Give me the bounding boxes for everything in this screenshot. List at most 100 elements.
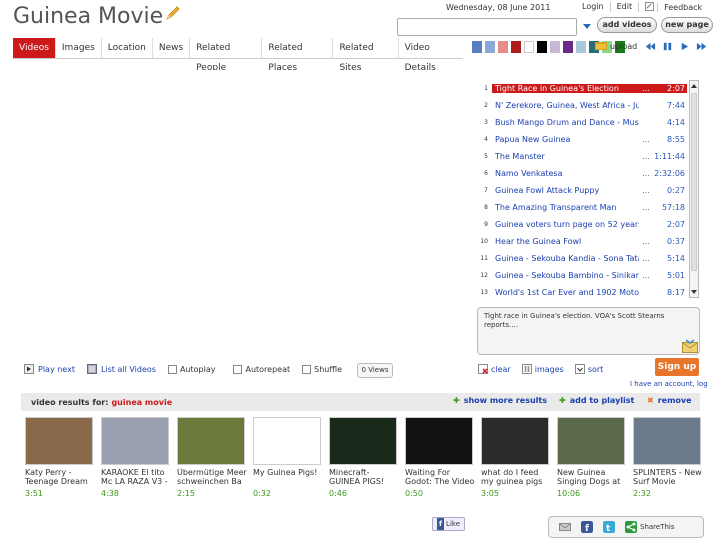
- video-result-item[interactable]: what do I feed my guinea pigs 3:05: [481, 417, 551, 498]
- play-icon[interactable]: [679, 41, 690, 52]
- color-swatch[interactable]: [485, 41, 495, 53]
- playlist-item[interactable]: 12 Guinea - Sekouba Bambino - Sinikan... 5…: [477, 267, 687, 284]
- list-all-videos-button[interactable]: List all Videos: [86, 364, 156, 374]
- tab-related-sites[interactable]: Related Sites: [332, 38, 397, 73]
- upload-button[interactable]: upload: [595, 41, 637, 51]
- autoplay-checkbox[interactable]: [167, 364, 177, 374]
- video-thumbnail[interactable]: [101, 417, 169, 465]
- video-thumbnail[interactable]: [25, 417, 93, 465]
- playlist-item[interactable]: 2 N' Zerekore, Guinea, West Africa - June…: [477, 97, 687, 114]
- playlist-item-more[interactable]: ...: [639, 203, 653, 212]
- playlist-item-more[interactable]: ...: [639, 254, 653, 263]
- site-logo[interactable]: Guinea Movie: [13, 4, 181, 29]
- chevron-down-icon[interactable]: [582, 21, 592, 31]
- autorepeat-checkbox[interactable]: [233, 364, 243, 374]
- playlist-item-more[interactable]: ...: [639, 186, 653, 195]
- play-next-button[interactable]: Play next: [24, 364, 75, 374]
- playlist-item[interactable]: 10 Hear the Guinea Fowl... 0:37: [477, 233, 687, 250]
- sharethis-button[interactable]: ShareThis: [625, 521, 675, 533]
- tab-video-details[interactable]: Video Details: [397, 38, 463, 73]
- video-result-title[interactable]: My Guinea Pigs!: [253, 468, 323, 486]
- playlist-item-more[interactable]: ...: [639, 237, 653, 246]
- video-result-item[interactable]: Minecraft- GUINEA PIGS! 0:46: [329, 417, 399, 498]
- color-swatch[interactable]: [537, 41, 547, 53]
- clear-button[interactable]: clear: [478, 364, 511, 374]
- video-thumbnail[interactable]: [177, 417, 245, 465]
- video-result-title[interactable]: Waiting For Godot: The Video: [405, 468, 475, 486]
- autoplay-toggle[interactable]: Autoplay: [167, 364, 215, 374]
- video-result-item[interactable]: My Guinea Pigs! 0:32: [253, 417, 323, 498]
- video-thumbnail[interactable]: [253, 417, 321, 465]
- video-result-item[interactable]: Waiting For Godot: The Video 0:50: [405, 417, 475, 498]
- feedback-link[interactable]: Feedback: [638, 2, 714, 12]
- playlist-item-more[interactable]: ...: [639, 84, 653, 93]
- login-link[interactable]: Login: [576, 2, 610, 12]
- have-account-link[interactable]: I have an account, log: [630, 380, 708, 388]
- color-swatch[interactable]: [563, 41, 573, 53]
- playlist-item[interactable]: 4 Papua New Guinea... 8:55: [477, 131, 687, 148]
- edit-link[interactable]: Edit: [609, 2, 639, 12]
- video-result-item[interactable]: Übermütige Meer schweinchen Ba 2:15: [177, 417, 247, 498]
- video-player[interactable]: [14, 70, 464, 360]
- color-swatch[interactable]: [576, 41, 586, 53]
- sort-button[interactable]: sort: [574, 364, 603, 374]
- video-thumbnail[interactable]: [557, 417, 625, 465]
- color-swatch[interactable]: [550, 41, 560, 53]
- video-result-title[interactable]: what do I feed my guinea pigs: [481, 468, 551, 486]
- facebook-share-icon[interactable]: f: [581, 521, 593, 533]
- search-input[interactable]: [397, 18, 577, 36]
- video-result-item[interactable]: Katy Perry - Teenage Dream 3:51: [25, 417, 95, 498]
- tab-related-places[interactable]: Related Places: [261, 38, 332, 73]
- playlist-item[interactable]: 11 Guinea - Sekouba Kandia - Sona Tata...…: [477, 250, 687, 267]
- scroll-down-icon[interactable]: [691, 289, 697, 295]
- video-result-title[interactable]: New Guinea Singing Dogs at: [557, 468, 627, 486]
- video-result-title[interactable]: KARAOKE El tito Mc LA RAZA V3 -: [101, 468, 171, 486]
- video-thumbnail[interactable]: [405, 417, 473, 465]
- playlist-item[interactable]: 13 World's 1st Car Ever and 1902 Motor Ca…: [477, 284, 687, 301]
- rewind-icon[interactable]: [645, 41, 656, 52]
- twitter-icon[interactable]: t: [603, 521, 615, 533]
- video-result-item[interactable]: New Guinea Singing Dogs at 10:06: [557, 417, 627, 498]
- playlist-item[interactable]: 3 Bush Mango Drum and Dance - Music &... 4…: [477, 114, 687, 131]
- color-swatch[interactable]: [511, 41, 521, 53]
- playlist-scrollbar[interactable]: [689, 80, 699, 298]
- video-result-item[interactable]: KARAOKE El tito Mc LA RAZA V3 - 4:38: [101, 417, 171, 498]
- playlist-item-more[interactable]: ...: [639, 271, 653, 280]
- video-result-item[interactable]: SPLINTERS - New Surf Movie 2:32: [633, 417, 703, 498]
- scrollbar-thumb[interactable]: [691, 93, 697, 271]
- tab-images[interactable]: Images: [54, 38, 101, 58]
- tab-news[interactable]: News: [151, 38, 189, 58]
- new-page-button[interactable]: new page: [661, 17, 713, 33]
- color-swatch[interactable]: [498, 41, 508, 53]
- email-icon[interactable]: [559, 521, 571, 533]
- show-more-results-button[interactable]: ✚ show more results: [453, 396, 547, 405]
- video-thumbnail[interactable]: [633, 417, 701, 465]
- playlist-item-more[interactable]: ...: [639, 135, 653, 144]
- fast-forward-icon[interactable]: [696, 41, 707, 52]
- pause-icon[interactable]: [662, 41, 673, 52]
- envelope-icon[interactable]: [682, 339, 698, 353]
- playlist-item[interactable]: 9 Guinea voters turn page on 52 years of …: [477, 216, 687, 233]
- playlist-item[interactable]: 5 The Manster... 1:11:44: [477, 148, 687, 165]
- playlist-item-more[interactable]: ...: [639, 152, 653, 161]
- video-result-title[interactable]: Übermütige Meer schweinchen Ba: [177, 468, 247, 486]
- sign-up-button[interactable]: Sign up: [655, 358, 699, 376]
- color-swatch[interactable]: [524, 41, 534, 53]
- playlist-item-more[interactable]: ...: [639, 169, 653, 178]
- scroll-up-icon[interactable]: [691, 83, 697, 89]
- video-thumbnail[interactable]: [329, 417, 397, 465]
- video-thumbnail[interactable]: [481, 417, 549, 465]
- remove-button[interactable]: ✖ remove: [647, 396, 692, 405]
- tab-videos[interactable]: Videos: [13, 38, 55, 58]
- playlist-item[interactable]: 7 Guinea Fowl Attack Puppy... 0:27: [477, 182, 687, 199]
- playlist-item[interactable]: 6 Namo Venkatesa... 2:32:06: [477, 165, 687, 182]
- add-to-playlist-button[interactable]: ✚ add to playlist: [559, 396, 634, 405]
- shuffle-checkbox[interactable]: [302, 364, 312, 374]
- images-button[interactable]: images: [521, 364, 564, 374]
- playlist-item[interactable]: 8 The Amazing Transparent Man... 57:18: [477, 199, 687, 216]
- autorepeat-toggle[interactable]: Autorepeat: [233, 364, 290, 374]
- add-videos-button[interactable]: add videos: [597, 17, 657, 33]
- video-result-title[interactable]: SPLINTERS - New Surf Movie: [633, 468, 703, 486]
- playlist-item[interactable]: 1 Tight Race in Guinea's Election... 2:07: [477, 80, 687, 97]
- color-swatch[interactable]: [472, 41, 482, 53]
